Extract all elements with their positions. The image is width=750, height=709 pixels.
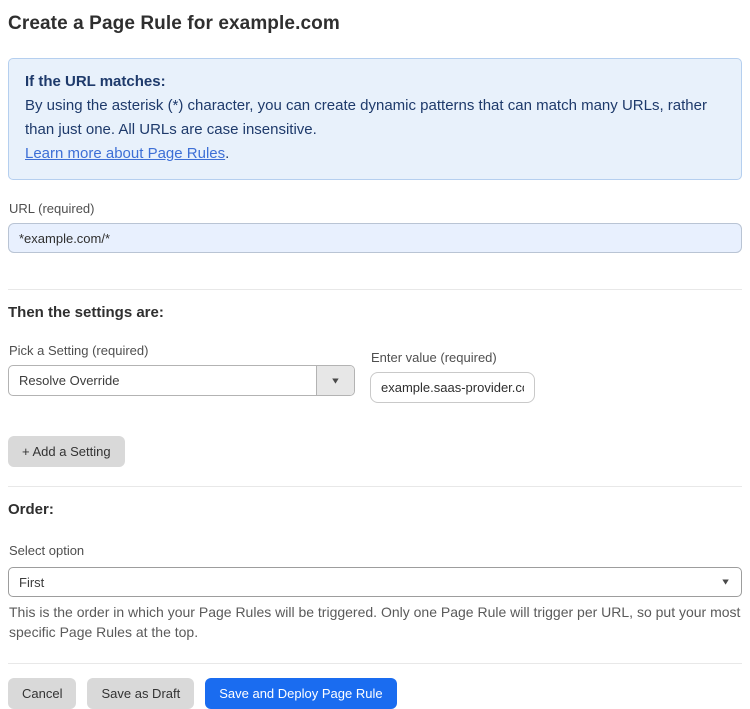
section-divider bbox=[8, 289, 742, 290]
setting-picker-arrow-button[interactable]: ▼ bbox=[316, 366, 354, 395]
setting-value-column: Enter value (required) bbox=[370, 350, 535, 403]
order-help-text: This is the order in which your Page Rul… bbox=[9, 604, 741, 640]
add-setting-button[interactable]: + Add a Setting bbox=[8, 436, 125, 467]
info-box-link-line: Learn more about Page Rules. bbox=[25, 142, 725, 166]
setting-value-label: Enter value (required) bbox=[371, 350, 497, 365]
setting-value-input[interactable] bbox=[370, 372, 535, 403]
setting-picker-dropdown[interactable]: Resolve Override ▼ bbox=[8, 365, 355, 396]
learn-more-link[interactable]: Learn more about Page Rules bbox=[25, 145, 225, 162]
order-select-label: Select option bbox=[9, 543, 85, 558]
save-as-draft-button[interactable]: Save as Draft bbox=[87, 678, 195, 709]
settings-row: Pick a Setting (required) Resolve Overri… bbox=[8, 343, 742, 403]
order-section-heading: Order: bbox=[8, 501, 54, 518]
order-select[interactable]: First ▼ bbox=[8, 567, 742, 597]
info-box-heading: If the URL matches: bbox=[25, 73, 166, 90]
chevron-down-icon: ▼ bbox=[330, 375, 341, 386]
order-selected-value: First bbox=[19, 574, 45, 590]
create-page-rule-panel: Create a Page Rule for example.com If th… bbox=[0, 0, 750, 709]
url-field-label: URL (required) bbox=[9, 201, 95, 216]
save-and-deploy-button[interactable]: Save and Deploy Page Rule bbox=[205, 678, 397, 709]
settings-section-heading: Then the settings are: bbox=[8, 304, 164, 321]
url-input[interactable] bbox=[8, 223, 742, 253]
section-divider bbox=[8, 486, 742, 487]
setting-picker-label: Pick a Setting (required) bbox=[9, 343, 149, 358]
setting-picker-selected-value: Resolve Override bbox=[19, 373, 120, 388]
setting-picker-column: Pick a Setting (required) Resolve Overri… bbox=[8, 343, 355, 396]
footer-divider bbox=[8, 663, 742, 664]
url-match-info-box: If the URL matches: By using the asteris… bbox=[8, 58, 742, 180]
info-box-body: By using the asterisk (*) character, you… bbox=[25, 97, 707, 138]
footer-buttons: Cancel Save as Draft Save and Deploy Pag… bbox=[8, 678, 742, 709]
page-title: Create a Page Rule for example.com bbox=[8, 13, 340, 34]
cancel-button[interactable]: Cancel bbox=[8, 678, 77, 709]
link-period: . bbox=[225, 145, 230, 162]
chevron-down-icon: ▼ bbox=[720, 577, 731, 587]
